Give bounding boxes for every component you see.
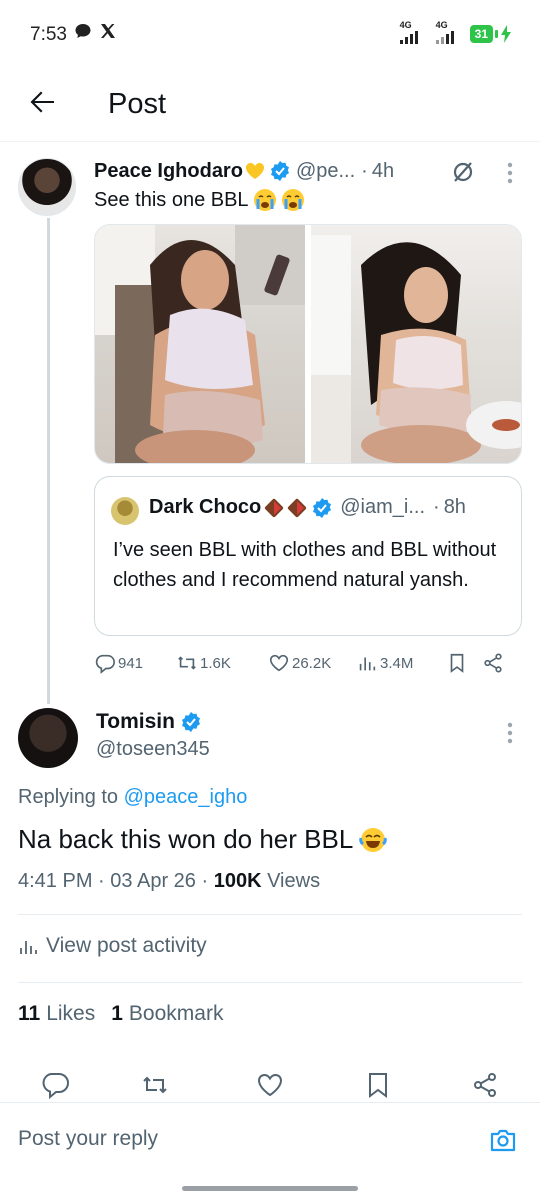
reply-icon[interactable] bbox=[40, 1070, 70, 1100]
quote-header: Dark Choco @iam_i... · 8h bbox=[149, 496, 466, 518]
quote-post[interactable]: Dark Choco @iam_i... · 8h I’ve seen BBL … bbox=[94, 476, 522, 636]
share-button[interactable] bbox=[482, 652, 512, 674]
post-time[interactable]: 4h bbox=[372, 160, 394, 183]
views-count: 100K bbox=[213, 870, 262, 892]
battery-icon: 31 bbox=[469, 25, 512, 43]
verified-badge-icon bbox=[181, 712, 200, 732]
verified-badge-icon bbox=[313, 497, 332, 518]
back-arrow-icon[interactable] bbox=[26, 86, 58, 118]
status-bar: 7:53 4G 4G 31 bbox=[0, 0, 540, 70]
grok-icon[interactable] bbox=[451, 160, 475, 184]
avatar[interactable] bbox=[18, 708, 78, 768]
share-icon bbox=[484, 653, 502, 673]
post-text: Na back this won do her BBL bbox=[18, 824, 388, 855]
x-logo-icon bbox=[101, 24, 115, 38]
quote-avatar bbox=[111, 497, 139, 525]
bookmarks-stat[interactable]: 1 Bookmark bbox=[111, 1002, 223, 1026]
verified-badge-icon bbox=[270, 161, 289, 181]
heart-icon bbox=[269, 654, 289, 672]
thread-line bbox=[47, 218, 50, 704]
post-action-bar bbox=[0, 1066, 540, 1102]
post-media[interactable] bbox=[94, 224, 522, 464]
home-indicator[interactable] bbox=[182, 1186, 358, 1191]
post-actions: 941 1.6K 26.2K 3.4M bbox=[94, 650, 522, 676]
like-count: 26.2K bbox=[292, 654, 332, 672]
more-options-icon[interactable] bbox=[507, 162, 513, 184]
quote-author-name: Dark Choco bbox=[149, 496, 262, 518]
quote-author-handle: @iam_i... bbox=[340, 496, 426, 518]
bookmark-icon[interactable] bbox=[363, 1070, 393, 1100]
post-date: 03 Apr 26 bbox=[110, 870, 196, 892]
repost-icon bbox=[178, 656, 196, 670]
bookmark-button[interactable] bbox=[446, 652, 482, 674]
photo-illustration bbox=[95, 225, 305, 463]
views-count: 3.4M bbox=[380, 654, 414, 672]
view-post-activity-link[interactable]: View post activity bbox=[18, 934, 207, 958]
page-header: Post bbox=[0, 70, 540, 142]
like-button[interactable]: 26.2K bbox=[268, 652, 356, 674]
charging-icon bbox=[501, 25, 511, 43]
engagement-stats: 11 Likes 1 Bookmark bbox=[18, 1002, 223, 1026]
post-time: 4:41 PM bbox=[18, 870, 93, 892]
repost-button[interactable]: 1.6K bbox=[176, 652, 268, 674]
replying-to: Replying to @peace_igho bbox=[18, 786, 248, 808]
post-text: See this one BBL bbox=[94, 188, 305, 212]
photo-illustration bbox=[311, 235, 521, 463]
signal-icon: 4G bbox=[398, 20, 424, 46]
author-handle[interactable]: @toseen345 bbox=[96, 738, 210, 761]
replying-to-link[interactable]: @peace_igho bbox=[124, 786, 248, 808]
reply-composer: Post your reply bbox=[0, 1102, 540, 1174]
post-image-1[interactable] bbox=[95, 225, 305, 463]
reply-count: 941 bbox=[118, 654, 144, 672]
heart-icon[interactable] bbox=[255, 1070, 285, 1100]
repost-icon[interactable] bbox=[140, 1070, 170, 1100]
message-icon bbox=[75, 24, 91, 38]
likes-stat[interactable]: 11 Likes bbox=[18, 1002, 95, 1026]
crying-emoji-icon bbox=[253, 189, 276, 211]
share-icon[interactable] bbox=[470, 1070, 500, 1100]
views-label: Views bbox=[267, 870, 321, 892]
yellow-heart-icon bbox=[245, 163, 264, 179]
views-button[interactable]: 3.4M bbox=[356, 652, 446, 674]
repost-count: 1.6K bbox=[200, 654, 231, 672]
author-name-row: Tomisin bbox=[96, 710, 201, 734]
avatar[interactable] bbox=[18, 158, 76, 216]
reply-input[interactable]: Post your reply bbox=[18, 1127, 158, 1151]
author-name[interactable]: Tomisin bbox=[96, 710, 175, 734]
post-meta: 4:41 PM · 03 Apr 26 · 100K Views bbox=[18, 870, 321, 892]
chocolate-emoji-icon bbox=[288, 498, 307, 517]
signal-icon-2: 4G bbox=[434, 20, 460, 46]
page-title: Post bbox=[108, 88, 167, 120]
more-options-icon[interactable] bbox=[507, 722, 513, 744]
laughing-emoji-icon bbox=[359, 827, 388, 852]
quote-text: I’ve seen BBL with clothes and BBL witho… bbox=[113, 539, 497, 591]
reply-button[interactable]: 941 bbox=[94, 652, 176, 674]
post-image-2[interactable] bbox=[311, 225, 521, 463]
author-name[interactable]: Peace Ighodaro bbox=[94, 160, 243, 183]
author-handle[interactable]: @pe... bbox=[296, 160, 355, 183]
crying-emoji-icon bbox=[281, 189, 304, 211]
divider bbox=[18, 914, 522, 915]
reply-icon bbox=[95, 654, 115, 674]
chocolate-emoji-icon bbox=[265, 498, 284, 517]
activity-chart-icon bbox=[20, 941, 37, 954]
quote-time: 8h bbox=[443, 496, 466, 518]
divider bbox=[18, 982, 522, 983]
camera-icon[interactable] bbox=[488, 1125, 518, 1155]
status-time: 7:53 bbox=[30, 24, 67, 45]
views-chart-icon bbox=[359, 657, 376, 671]
bookmark-icon bbox=[450, 653, 464, 673]
